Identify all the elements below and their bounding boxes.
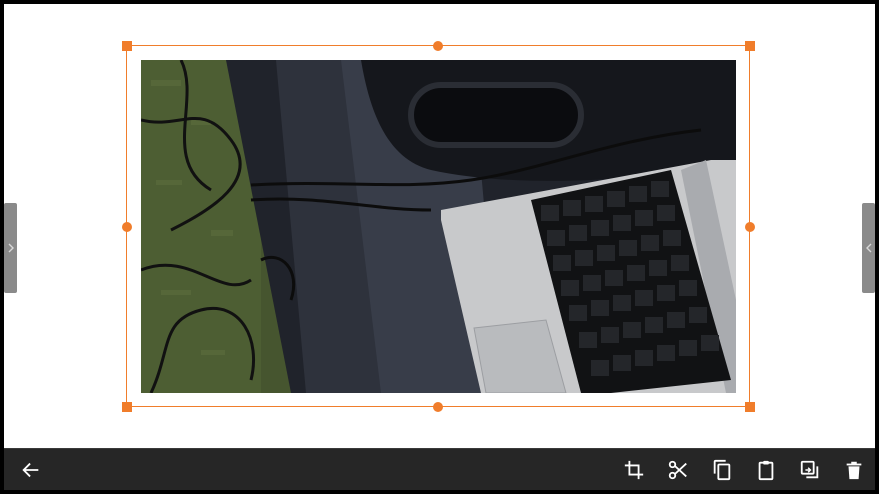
paste-button[interactable] bbox=[753, 457, 779, 483]
crop-icon bbox=[624, 460, 644, 480]
copy-button[interactable] bbox=[709, 457, 735, 483]
resize-handle-bottom-left[interactable] bbox=[122, 402, 132, 412]
resize-handle-right[interactable] bbox=[745, 222, 755, 232]
resize-handle-top-right[interactable] bbox=[745, 41, 755, 51]
back-button[interactable] bbox=[18, 457, 44, 483]
paste-icon bbox=[758, 460, 774, 481]
cut-button[interactable] bbox=[665, 457, 691, 483]
duplicate-button[interactable] bbox=[797, 457, 823, 483]
resize-handle-top-left[interactable] bbox=[122, 41, 132, 51]
resize-handle-bottom-right[interactable] bbox=[745, 402, 755, 412]
delete-icon bbox=[846, 461, 862, 480]
chevron-right-icon bbox=[8, 243, 14, 253]
bottom-toolbar bbox=[4, 448, 875, 490]
left-drawer-handle[interactable] bbox=[4, 203, 17, 293]
resize-handle-bottom[interactable] bbox=[433, 402, 443, 412]
copy-icon bbox=[713, 459, 731, 481]
duplicate-icon bbox=[800, 460, 819, 479]
right-drawer-handle[interactable] bbox=[862, 203, 875, 293]
editor-canvas[interactable] bbox=[4, 4, 875, 448]
resize-handle-left[interactable] bbox=[122, 222, 132, 232]
selection-box[interactable] bbox=[126, 45, 750, 407]
delete-button[interactable] bbox=[841, 457, 867, 483]
crop-button[interactable] bbox=[621, 457, 647, 483]
chevron-left-icon bbox=[865, 243, 871, 253]
resize-handle-top[interactable] bbox=[433, 41, 443, 51]
back-arrow-icon bbox=[22, 462, 39, 478]
app-frame bbox=[4, 4, 875, 490]
cut-icon bbox=[668, 460, 687, 480]
